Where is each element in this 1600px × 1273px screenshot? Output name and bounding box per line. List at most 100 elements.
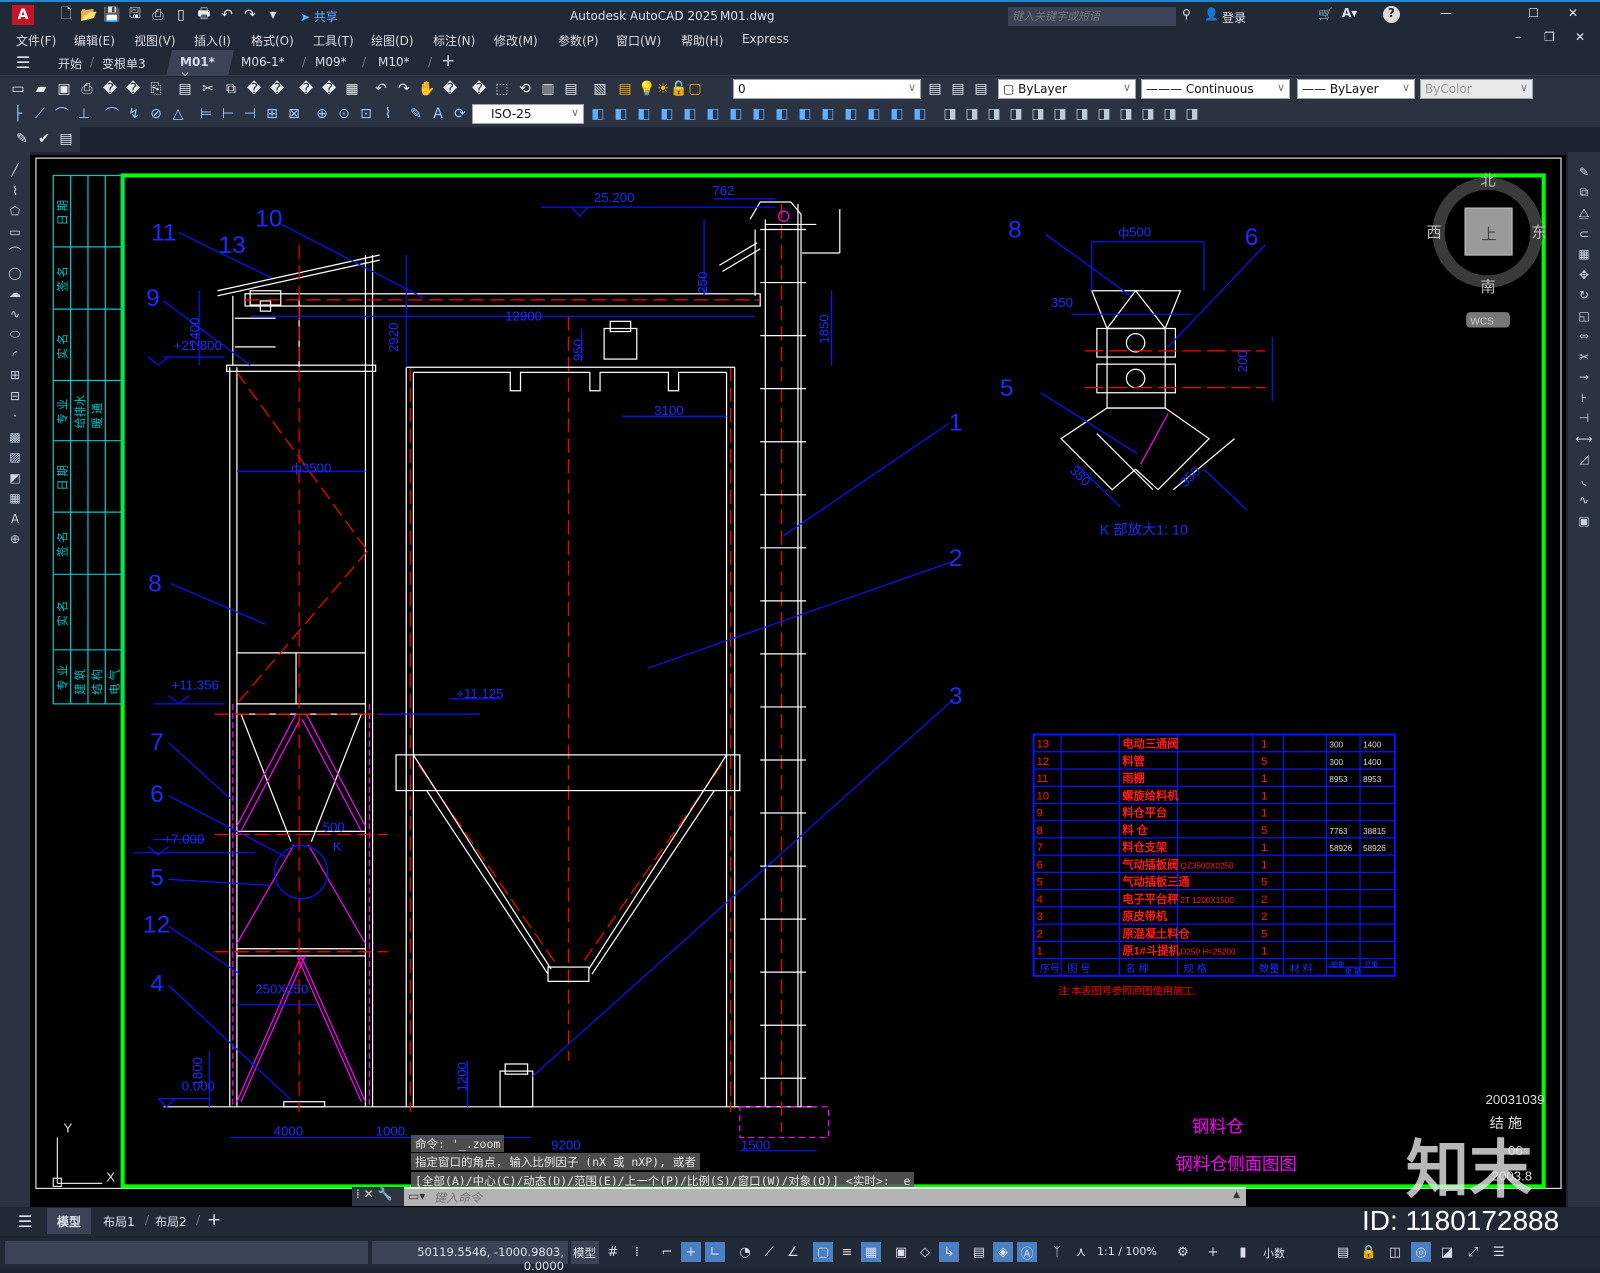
match-properties-icon[interactable]: � xyxy=(244,79,264,99)
erase-icon[interactable]: ✎ xyxy=(1574,162,1594,182)
open-icon[interactable]: 📂 xyxy=(79,5,99,25)
command-input[interactable] xyxy=(434,1189,1214,1206)
gizmo-toggle-icon[interactable]: ◈ xyxy=(993,1242,1013,1262)
customize-icon[interactable]: ▾ xyxy=(263,5,283,25)
object-snap-tracking-toggle-icon[interactable]: ∠ xyxy=(783,1242,803,1262)
save-icon[interactable]: 💾 xyxy=(102,5,122,25)
zoom-realtime-icon[interactable]: ↶ xyxy=(371,79,391,99)
radius-icon[interactable]: ⌒ xyxy=(102,104,122,124)
revolve-icon[interactable]: ◨ xyxy=(1138,104,1158,124)
tolerance-icon[interactable]: ⊕ xyxy=(312,104,332,124)
share-button[interactable]: ➤ 共享 xyxy=(300,8,338,25)
paste-icon[interactable]: ⧉ xyxy=(221,79,241,99)
file-tabs-menu-icon[interactable]: ☰ xyxy=(16,53,30,72)
box-icon[interactable]: ◨ xyxy=(940,104,960,124)
cylinder-icon[interactable]: ◨ xyxy=(1028,104,1048,124)
calculator-icon[interactable]: ▤ xyxy=(561,79,581,99)
arc-icon[interactable]: ⌒ xyxy=(5,242,25,262)
tab-m06-1[interactable]: M06-1* xyxy=(241,55,285,69)
help-icon[interactable]: ▧ xyxy=(590,79,610,99)
scale-icon[interactable]: ◱ xyxy=(1574,306,1594,326)
clean-screen-icon[interactable]: ⤢ xyxy=(1463,1242,1483,1262)
auto-scale-toggle-icon[interactable]: ᛉ xyxy=(1047,1242,1067,1262)
selection-cycling-toggle-icon[interactable]: ▣ xyxy=(891,1242,911,1262)
annotation-scale-toggle-icon[interactable]: ⋏ xyxy=(1071,1242,1091,1262)
menu-0[interactable]: 文件(F) xyxy=(16,32,56,49)
stretch-icon[interactable]: ⇔ xyxy=(1574,326,1594,346)
properties-icon[interactable]: � xyxy=(440,79,460,99)
edit-attribute-icon[interactable]: ✎ xyxy=(12,129,32,149)
lineweight-toggle-icon[interactable]: ≡ xyxy=(837,1242,857,1262)
union-icon[interactable]: ◧ xyxy=(611,104,631,124)
extrude-icon[interactable]: ◧ xyxy=(680,104,700,124)
color-dropdown[interactable]: ▢ ByLayer ∨ xyxy=(998,79,1136,99)
chamfer-icon[interactable]: ◿ xyxy=(1574,449,1594,469)
saveas-icon[interactable]: 🖫 xyxy=(125,5,145,25)
layer-properties-icon[interactable]: ▤ xyxy=(615,79,635,99)
undo-icon[interactable]: � xyxy=(296,79,316,99)
rectangle-icon[interactable]: ▭ xyxy=(5,222,25,242)
linetype-dropdown[interactable]: ——— Continuous ∨ xyxy=(1141,79,1290,99)
model-space-button[interactable]: 模型 xyxy=(571,1241,599,1264)
graphics-performance-icon[interactable]: ◪ xyxy=(1437,1242,1457,1262)
mtext-icon[interactable]: A xyxy=(5,509,25,529)
print-icon[interactable]: 🖶 xyxy=(194,5,214,25)
line-icon[interactable]: ╱ xyxy=(5,160,25,180)
wcs-menu[interactable]: WCS xyxy=(1470,316,1494,327)
aligned-dim-icon[interactable]: ⟋ xyxy=(30,104,50,124)
insert-block-icon[interactable]: ⊞ xyxy=(5,365,25,385)
tab-m10[interactable]: M10* xyxy=(378,55,410,69)
block-editor-icon[interactable]: � xyxy=(267,79,287,99)
close-button[interactable]: ✕ xyxy=(1568,6,1578,20)
check-icon[interactable]: ◧ xyxy=(887,104,907,124)
copy-icon[interactable]: ✂ xyxy=(198,79,218,99)
isolate-objects-icon[interactable]: ◫ xyxy=(1385,1242,1405,1262)
command-history-toggle[interactable]: ▲ xyxy=(1233,1190,1240,1200)
app-logo-icon[interactable]: A xyxy=(12,5,34,25)
imprint-icon[interactable]: ◧ xyxy=(818,104,838,124)
pyramid-icon[interactable]: ◨ xyxy=(1072,104,1092,124)
jogged-linear-icon[interactable]: ⌇ xyxy=(378,104,398,124)
menu-12[interactable]: Express xyxy=(742,32,789,46)
extrude2-icon[interactable]: ◨ xyxy=(1116,104,1136,124)
open-icon[interactable]: ▰ xyxy=(31,79,51,99)
cone-icon[interactable]: ◨ xyxy=(984,104,1004,124)
dynamic-input-toggle-icon[interactable]: + xyxy=(681,1242,701,1262)
drawing-canvas[interactable]: 25.200 762 250 12900 2920 1850 950 3100 2400 +21.… xyxy=(30,155,1566,1207)
autodesk-app-icon[interactable]: A▾ xyxy=(1342,6,1357,20)
blend-icon[interactable]: ∿ xyxy=(1574,490,1594,510)
design-center-icon[interactable]: � xyxy=(469,79,489,99)
dynamic-ucs-toggle-icon[interactable]: ↳ xyxy=(939,1242,959,1262)
search-input[interactable] xyxy=(1008,7,1176,26)
make-block-icon[interactable]: ⊟ xyxy=(5,386,25,406)
menu-6[interactable]: 绘图(D) xyxy=(371,32,414,49)
slice-icon[interactable]: ◧ xyxy=(726,104,746,124)
annotation-scale-dropdown[interactable]: 1:1 / 100% xyxy=(1097,1245,1157,1258)
hatch-icon[interactable]: ▩ xyxy=(5,427,25,447)
units-dropdown[interactable]: 小数 xyxy=(1263,1245,1285,1261)
sphere-icon[interactable]: ◨ xyxy=(1006,104,1026,124)
add-selected-icon[interactable]: ⊕ xyxy=(5,529,25,549)
planar-icon[interactable]: ◨ xyxy=(1094,104,1114,124)
viewcube-west[interactable]: 西 xyxy=(1426,225,1441,242)
layer-match-icon[interactable]: ▤ xyxy=(925,79,945,99)
layer-previous-icon[interactable]: ▤ xyxy=(948,79,968,99)
extend-icon[interactable]: → xyxy=(1574,367,1594,387)
new-icon[interactable]: 🗋 xyxy=(56,5,76,25)
viewcube-north[interactable]: 北 xyxy=(1480,173,1495,190)
layer-color-icon[interactable]: ▢ xyxy=(685,79,705,99)
array-icon[interactable]: ▦ xyxy=(1574,244,1594,264)
command-grip[interactable]: ⁞ ✕ 🔧 xyxy=(352,1187,404,1206)
tab-m09[interactable]: M09* xyxy=(315,55,347,69)
customization-icon[interactable]: ☰ xyxy=(1489,1242,1509,1262)
snap-toggle-icon[interactable]: ⁞ xyxy=(627,1242,647,1262)
quick-dim-icon[interactable]: ⊨ xyxy=(196,104,216,124)
search-icon[interactable]: ⚲ xyxy=(1182,7,1191,21)
torus-icon[interactable]: ◨ xyxy=(1050,104,1070,124)
menu-5[interactable]: 工具(T) xyxy=(313,32,354,49)
annotation-monitor[interactable]: + xyxy=(1203,1242,1223,1262)
menu-9[interactable]: 参数(P) xyxy=(558,32,599,49)
zoom-previous-icon[interactable]: ✋ xyxy=(417,79,437,99)
tab-layout1[interactable]: 布局1 xyxy=(103,1213,135,1230)
sweep-icon[interactable]: ◨ xyxy=(1160,104,1180,124)
